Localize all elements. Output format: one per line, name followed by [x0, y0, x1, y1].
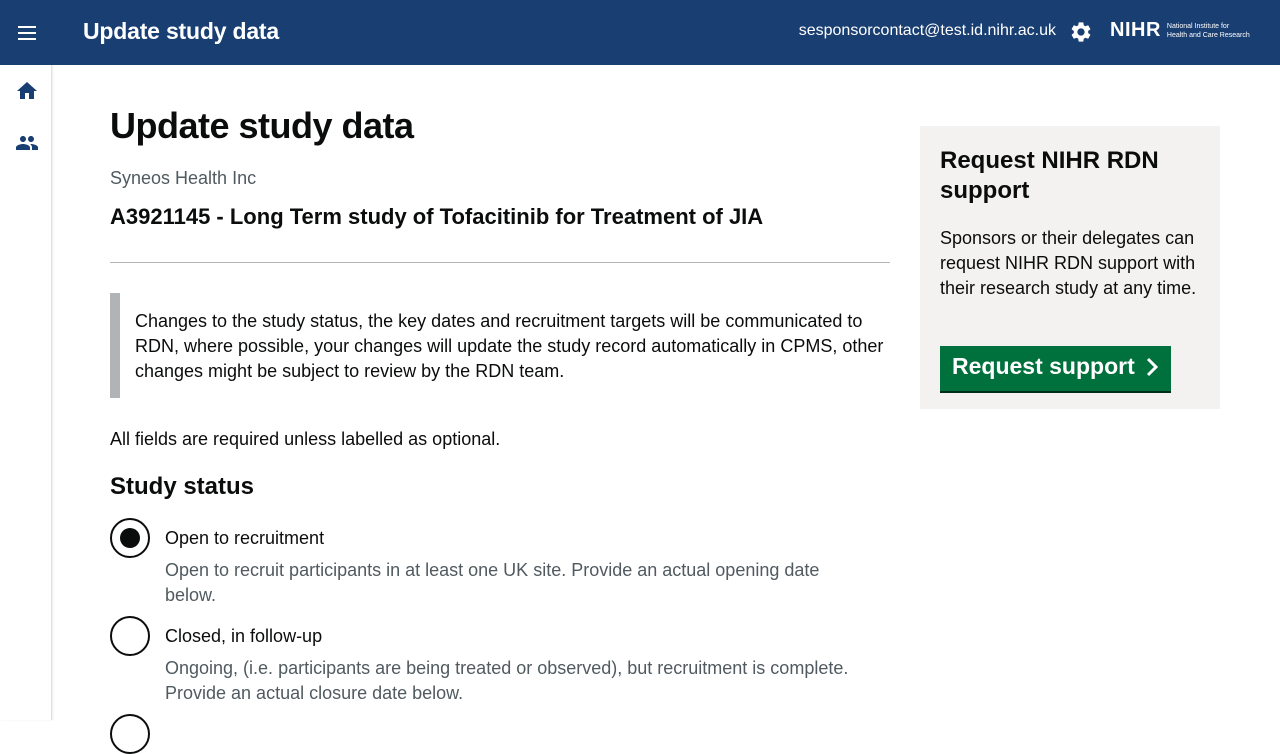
- organisation-name: Syneos Health Inc: [110, 168, 257, 188]
- section-divider: [110, 262, 890, 263]
- radio-next-option[interactable]: [110, 714, 150, 754]
- radio-label[interactable]: Open to recruitment: [165, 528, 324, 549]
- request-support-label: Request support: [952, 353, 1135, 379]
- app-title: Update study data: [83, 18, 279, 44]
- request-support-button[interactable]: Request support: [940, 346, 1171, 391]
- logo-subtitle: National Institute for Health and Care R…: [1167, 22, 1250, 40]
- radio-closed-in-follow-up[interactable]: [110, 616, 150, 656]
- side-nav: [0, 65, 52, 720]
- home-icon[interactable]: [15, 79, 39, 103]
- study-status-heading: Study status: [110, 473, 255, 500]
- user-email: sesponsorcontact@test.id.nihr.ac.uk: [798, 22, 1056, 39]
- page-title: Update study data: [110, 105, 414, 146]
- study-title: A3921145 - Long Term study of Tofacitini…: [110, 204, 764, 229]
- support-panel-title: Request NIHR RDN support: [940, 147, 1159, 204]
- menu-icon[interactable]: [14, 20, 40, 46]
- people-icon[interactable]: [15, 131, 39, 155]
- gear-icon[interactable]: [1069, 20, 1093, 44]
- support-panel-text: Sponsors or their delegates can request …: [940, 228, 1197, 298]
- radio-hint: Open to recruit participants in at least…: [165, 560, 820, 605]
- radio-label[interactable]: Closed, in follow-up: [165, 626, 322, 647]
- required-fields-note: All fields are required unless labelled …: [110, 429, 501, 449]
- radio-hint: Ongoing, (i.e. participants are being tr…: [165, 658, 849, 703]
- inset-text: Changes to the study status, the key dat…: [110, 293, 890, 398]
- logo-sub-line1: National Institute for: [1166, 22, 1230, 30]
- logo-mark: NIHR: [1110, 19, 1161, 41]
- nihr-logo[interactable]: NIHR National Institute for Health and C…: [1110, 19, 1250, 42]
- support-panel: Request NIHR RDN support Sponsors or the…: [920, 126, 1220, 409]
- radio-open-to-recruitment[interactable]: [110, 518, 150, 558]
- top-header: Update study data sesponsorcontact@test.…: [0, 0, 1280, 65]
- chevron-right-icon: [1146, 357, 1158, 377]
- logo-sub-line2: Health and Care Research: [1166, 31, 1250, 39]
